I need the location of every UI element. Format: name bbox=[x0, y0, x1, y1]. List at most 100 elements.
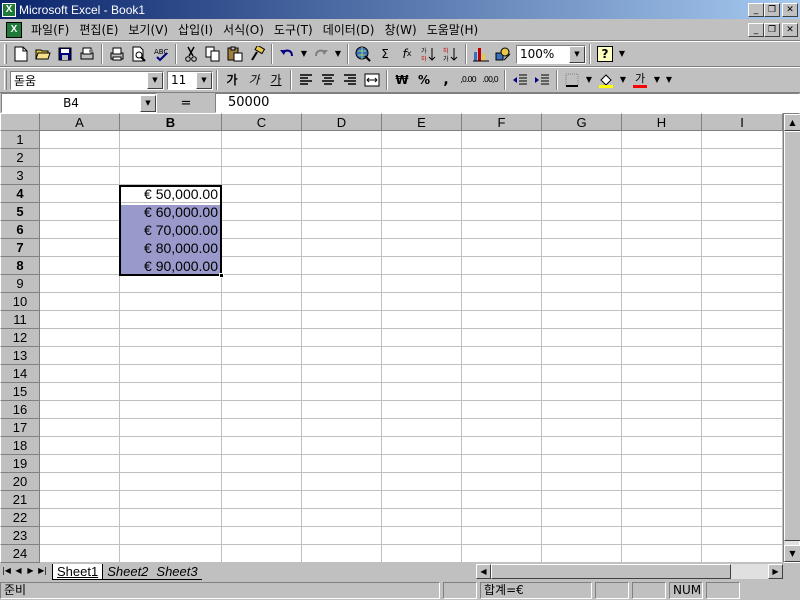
row-header-14[interactable]: 14 bbox=[0, 365, 40, 383]
print-preview-icon[interactable] bbox=[128, 43, 150, 65]
row-header-20[interactable]: 20 bbox=[0, 473, 40, 491]
chevron-down-icon[interactable]: ▼ bbox=[140, 94, 156, 112]
zoom-select[interactable]: 100% ▼ bbox=[516, 44, 586, 64]
chevron-down-icon[interactable]: ▼ bbox=[569, 45, 585, 63]
italic-button[interactable]: 가 bbox=[243, 69, 265, 91]
decrease-indent-icon[interactable] bbox=[509, 69, 531, 91]
row-header-12[interactable]: 12 bbox=[0, 329, 40, 347]
vertical-scrollbar[interactable]: ▲ ▼ bbox=[783, 113, 800, 563]
column-header-e[interactable]: E bbox=[382, 113, 462, 131]
decrease-decimal-icon[interactable]: .00,0 bbox=[479, 69, 501, 91]
sheet-tab-sheet3[interactable]: Sheet3 bbox=[152, 564, 202, 580]
row-header-21[interactable]: 21 bbox=[0, 491, 40, 509]
cut-icon[interactable] bbox=[180, 43, 202, 65]
paste-icon[interactable] bbox=[224, 43, 246, 65]
font-color-button[interactable]: 가 bbox=[629, 69, 651, 91]
row-header-5[interactable]: 5 bbox=[0, 203, 40, 221]
open-folder-icon[interactable] bbox=[32, 43, 54, 65]
first-sheet-icon[interactable]: |◀ bbox=[1, 564, 12, 579]
scroll-left-icon[interactable]: ◀ bbox=[476, 564, 491, 579]
column-header-g[interactable]: G bbox=[542, 113, 622, 131]
prev-sheet-icon[interactable]: ◀ bbox=[13, 564, 24, 579]
row-header-2[interactable]: 2 bbox=[0, 149, 40, 167]
worksheet-grid[interactable]: ABCDEFGHI 1 2 3 4 5 6 7 8 9 10 11 12 13 14 15 16 17 18 19 2… bbox=[0, 113, 783, 563]
insert-hyperlink-icon[interactable] bbox=[352, 43, 374, 65]
edit-formula-button[interactable]: = bbox=[157, 96, 215, 111]
toolbar-more-icon[interactable]: ▼ bbox=[616, 43, 628, 65]
undo-icon[interactable] bbox=[276, 43, 298, 65]
increase-indent-icon[interactable] bbox=[531, 69, 553, 91]
formula-input[interactable]: 50000 bbox=[215, 93, 800, 113]
row-header-22[interactable]: 22 bbox=[0, 509, 40, 527]
merge-center-icon[interactable] bbox=[361, 69, 383, 91]
font-color-dropdown-arrow-icon[interactable]: ▼ bbox=[651, 69, 663, 91]
menu-tools[interactable]: 도구(T) bbox=[269, 21, 318, 39]
chart-wizard-icon[interactable] bbox=[470, 43, 492, 65]
row-header-15[interactable]: 15 bbox=[0, 383, 40, 401]
workbook-icon[interactable]: X bbox=[6, 21, 22, 38]
autosum-icon[interactable]: Σ bbox=[374, 43, 396, 65]
font-size-select[interactable]: 11 ▼ bbox=[167, 70, 213, 90]
scroll-up-icon[interactable]: ▲ bbox=[784, 114, 800, 131]
fill-handle[interactable] bbox=[219, 273, 224, 278]
doc-restore-button[interactable]: ❐ bbox=[764, 22, 780, 37]
menu-file[interactable]: 파일(F) bbox=[26, 21, 74, 39]
row-header-16[interactable]: 16 bbox=[0, 401, 40, 419]
menu-window[interactable]: 창(W) bbox=[379, 21, 421, 39]
row-header-8[interactable]: 8 bbox=[0, 257, 40, 275]
row-header-4[interactable]: 4 bbox=[0, 185, 40, 203]
close-button[interactable]: ✕ bbox=[782, 2, 798, 17]
column-header-b[interactable]: B bbox=[120, 113, 222, 131]
comma-style-button[interactable]: , bbox=[435, 69, 457, 91]
chevron-down-icon[interactable]: ▼ bbox=[196, 71, 212, 89]
row-header-24[interactable]: 24 bbox=[0, 545, 40, 563]
next-sheet-icon[interactable]: ▶ bbox=[25, 564, 36, 579]
sort-ascending-icon[interactable]: 가하 bbox=[418, 43, 440, 65]
row-header-1[interactable]: 1 bbox=[0, 131, 40, 149]
align-center-icon[interactable] bbox=[317, 69, 339, 91]
vertical-scroll-thumb[interactable] bbox=[784, 131, 800, 541]
font-name-select[interactable]: 돋움 ▼ bbox=[10, 70, 164, 90]
toolbar-grip[interactable] bbox=[4, 44, 7, 64]
row-header-13[interactable]: 13 bbox=[0, 347, 40, 365]
toolbar-more-icon[interactable]: ▼ bbox=[663, 69, 675, 91]
chevron-down-icon[interactable]: ▼ bbox=[147, 71, 163, 89]
column-header-c[interactable]: C bbox=[222, 113, 302, 131]
select-all-button[interactable] bbox=[0, 113, 40, 131]
percent-style-button[interactable]: % bbox=[413, 69, 435, 91]
row-header-19[interactable]: 19 bbox=[0, 455, 40, 473]
column-header-i[interactable]: I bbox=[702, 113, 783, 131]
minimize-button[interactable]: _ bbox=[748, 2, 764, 17]
scroll-down-icon[interactable]: ▼ bbox=[784, 545, 800, 562]
restore-button[interactable]: ❐ bbox=[764, 2, 780, 17]
drawing-icon[interactable] bbox=[492, 43, 514, 65]
sheet-tab-sheet2[interactable]: Sheet2 bbox=[103, 564, 153, 580]
undo-dropdown-arrow-icon[interactable]: ▼ bbox=[298, 43, 310, 65]
row-header-17[interactable]: 17 bbox=[0, 419, 40, 437]
redo-dropdown-arrow-icon[interactable]: ▼ bbox=[332, 43, 344, 65]
row-header-10[interactable]: 10 bbox=[0, 293, 40, 311]
menu-insert[interactable]: 삽입(I) bbox=[173, 21, 218, 39]
paste-function-icon[interactable]: fx bbox=[396, 43, 418, 65]
row-header-7[interactable]: 7 bbox=[0, 239, 40, 257]
horizontal-scrollbar[interactable]: ◀ ▶ bbox=[476, 564, 783, 579]
row-header-23[interactable]: 23 bbox=[0, 527, 40, 545]
spelling-icon[interactable]: ABC bbox=[150, 43, 172, 65]
column-header-f[interactable]: F bbox=[462, 113, 542, 131]
scroll-right-icon[interactable]: ▶ bbox=[768, 564, 783, 579]
office-assistant-help-icon[interactable]: ? bbox=[597, 46, 613, 62]
save-icon[interactable] bbox=[54, 43, 76, 65]
redo-icon[interactable] bbox=[310, 43, 332, 65]
column-header-h[interactable]: H bbox=[622, 113, 702, 131]
last-sheet-icon[interactable]: ▶| bbox=[37, 564, 48, 579]
doc-close-button[interactable]: ✕ bbox=[782, 22, 798, 37]
sort-descending-icon[interactable]: 하가 bbox=[440, 43, 462, 65]
column-header-a[interactable]: A bbox=[40, 113, 120, 131]
borders-dropdown-arrow-icon[interactable]: ▼ bbox=[583, 69, 595, 91]
new-file-icon[interactable] bbox=[10, 43, 32, 65]
menu-view[interactable]: 보기(V) bbox=[123, 21, 173, 39]
format-painter-icon[interactable] bbox=[246, 43, 268, 65]
row-header-6[interactable]: 6 bbox=[0, 221, 40, 239]
column-header-d[interactable]: D bbox=[302, 113, 382, 131]
increase-decimal-icon[interactable]: ,0.00 bbox=[457, 69, 479, 91]
